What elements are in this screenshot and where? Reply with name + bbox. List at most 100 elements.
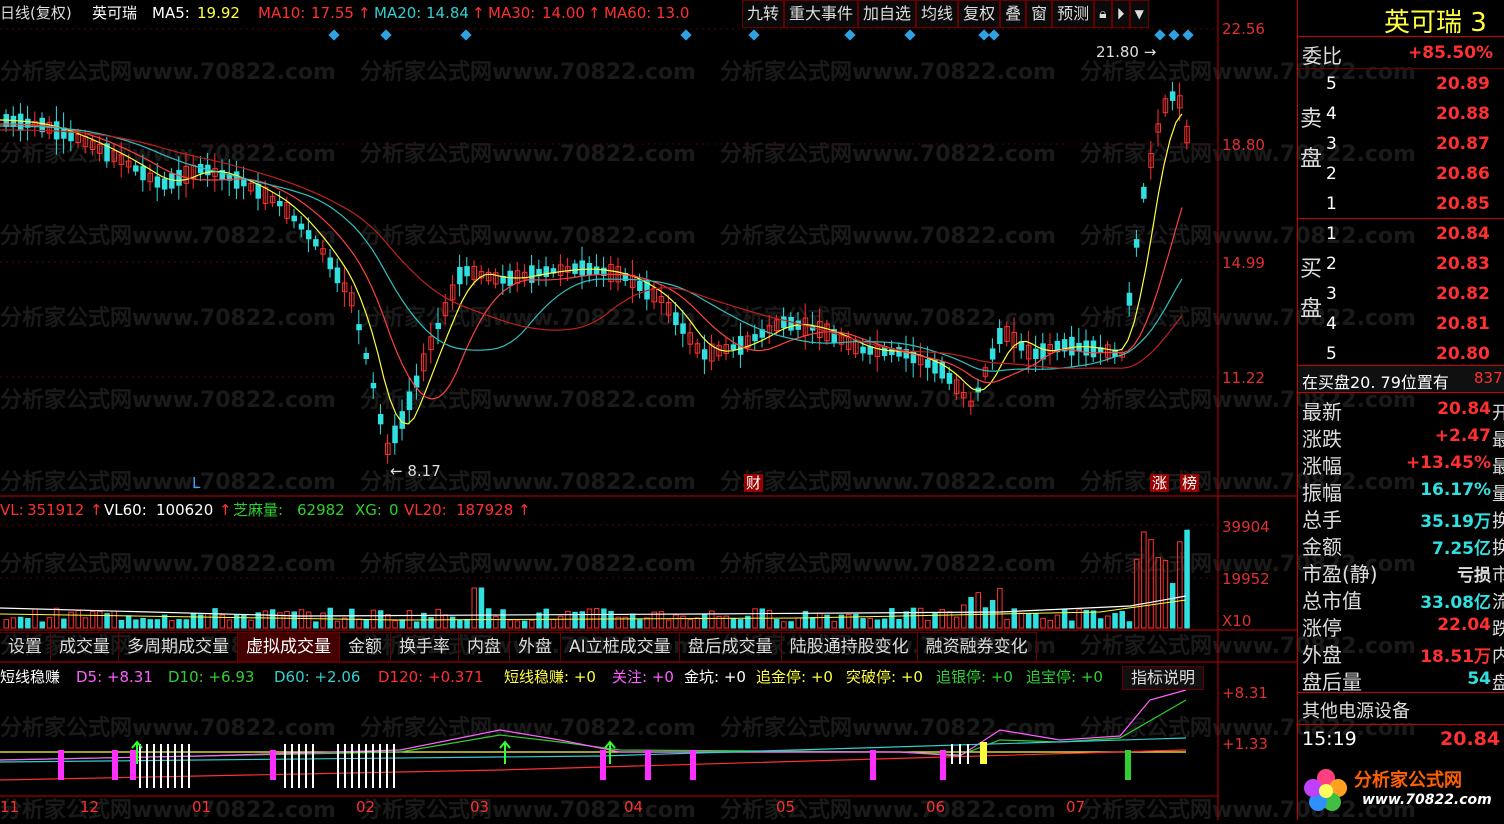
candle-body (176, 169, 182, 186)
buy-level-number: 3 (1326, 284, 1337, 304)
signal-watch: 关注: +0 (612, 668, 674, 686)
candle-body (277, 200, 283, 207)
signal-bar (112, 750, 118, 780)
lock-icon[interactable]: 🔒︎ (1094, 0, 1112, 28)
buy-level-price: 20.84 (1436, 224, 1490, 244)
volume-bar (133, 619, 139, 629)
signal-chase-silver: 追银停: +0 (936, 668, 1013, 686)
volume-bar (464, 618, 470, 629)
xg-value: 0 (389, 501, 399, 519)
candle-body (1040, 343, 1046, 360)
volume-bar (334, 620, 341, 629)
forecast-button[interactable]: 预测 (1052, 0, 1095, 28)
industry-label[interactable]: 其他电源设备 (1302, 697, 1410, 723)
adjust-button[interactable]: 复权 (958, 0, 1001, 28)
volume-bar (385, 614, 391, 629)
volume-bar (471, 587, 477, 629)
candle-body (370, 382, 377, 389)
sell-level-row[interactable]: 4 20.88 (1298, 100, 1504, 128)
high-price-marker: 21.80 → (1096, 43, 1157, 61)
signal-bar (645, 750, 651, 780)
quote-stat-label: 涨跌 (1302, 427, 1342, 451)
dragon-list-marker[interactable]: 榜 (1180, 474, 1200, 492)
sell-level-price: 20.85 (1436, 194, 1490, 214)
quote-stat-label: 市盈(静) (1302, 562, 1378, 586)
add-watchlist-button[interactable]: 加自选 (858, 0, 917, 28)
limit-up-marker[interactable]: 涨 (1150, 474, 1170, 492)
chevron-down-icon[interactable]: ▼ (1129, 0, 1149, 28)
quote-stat-value: +2.47 (1434, 426, 1491, 446)
volume-bar (1083, 609, 1089, 629)
event-diamond-icon (1154, 29, 1166, 41)
candle-body (1133, 239, 1140, 248)
date-axis-label: 01 (192, 798, 212, 816)
candle-body (925, 359, 931, 368)
volume-bar (363, 619, 369, 629)
signal-chase-treasure: 追宝停: +0 (1026, 668, 1103, 686)
sell-level-row[interactable]: 5 20.89 (1298, 70, 1504, 98)
d5-line (0, 689, 1187, 761)
quote-stat-row: 总手 35.19万换 (1298, 503, 1504, 532)
indicator-help-button[interactable]: 指标说明 (1122, 666, 1205, 690)
sell-level-row[interactable]: 3 20.87 (1298, 130, 1504, 158)
tab-ai-volume[interactable]: AI立桩成交量 (561, 632, 680, 661)
candle-body (154, 176, 161, 188)
chart-toolbar: 九转 重大事件 加自选 均线 复权 叠 窗 预测 🔒︎ ⏵ ▼ (742, 0, 1149, 28)
quote-stat-value: 54 (1467, 669, 1491, 689)
volume-bar (82, 617, 89, 629)
major-events-button[interactable]: 重大事件 (784, 0, 859, 28)
event-diamond-icon (748, 29, 760, 41)
volume-bar (557, 615, 564, 629)
date-axis-label: 07 (1066, 798, 1086, 816)
volume-bar (1155, 556, 1161, 629)
expand-right-icon[interactable]: ⏵ (1111, 0, 1130, 28)
volume-bar (817, 612, 823, 629)
tab-virtual-volume[interactable]: 虚拟成交量 (238, 632, 340, 661)
candle-body (327, 257, 333, 270)
buy-level-row[interactable]: 1 20.84 (1298, 220, 1504, 248)
up-arrow-icon (499, 740, 511, 764)
tab-multi-period-volume[interactable]: 多周期成交量 (119, 632, 238, 661)
jiuzhuan-button[interactable]: 九转 (742, 0, 785, 28)
sell-level-number: 5 (1326, 74, 1337, 94)
volume-bar (737, 619, 744, 629)
volume-bar (889, 608, 895, 629)
quote-stat-label: 总市值 (1302, 589, 1362, 613)
window-button[interactable]: 窗 (1026, 0, 1053, 28)
indicator-axis-label: +1.33 (1222, 735, 1268, 753)
tab-volume[interactable]: 成交量 (51, 632, 119, 661)
event-diamond-icon (1168, 29, 1180, 41)
d10-line (0, 699, 1187, 761)
finance-marker[interactable]: 财 (744, 474, 764, 492)
date-axis-label: 05 (776, 798, 796, 816)
ma-button[interactable]: 均线 (916, 0, 959, 28)
buy-level-row[interactable]: 2 20.83 (1298, 250, 1504, 278)
vl20-arrow: ↑ (518, 501, 531, 519)
tab-northbound-holdings[interactable]: 陆股通持股变化 (781, 632, 918, 661)
flower-logo-icon (1304, 769, 1347, 811)
tab-outer[interactable]: 外盘 (510, 632, 561, 661)
candle-body (543, 266, 549, 277)
volume-bar (773, 619, 780, 629)
volume-bar (1148, 539, 1154, 629)
volume-bar (413, 621, 420, 629)
sell-level-row[interactable]: 2 20.86 (1298, 160, 1504, 188)
volume-bar (781, 621, 787, 629)
tab-inner[interactable]: 内盘 (459, 632, 510, 661)
overlay-button[interactable]: 叠 (1000, 0, 1027, 28)
tab-settings[interactable]: 设置 (0, 632, 51, 661)
tab-margin-trading[interactable]: 融资融券变化 (917, 632, 1037, 661)
price-axis-label: 22.56 (1222, 20, 1265, 38)
volume-bar (1018, 612, 1025, 629)
buy-level-row[interactable]: 4 20.81 (1298, 310, 1504, 338)
xg-label: XG: (355, 501, 382, 519)
candle-body (255, 183, 261, 199)
tab-amount[interactable]: 金额 (340, 632, 391, 661)
volume-bar (176, 619, 182, 629)
quote-stat-value: 33.08亿 (1420, 593, 1491, 613)
buy-level-row[interactable]: 5 20.80 (1298, 340, 1504, 368)
sell-level-row[interactable]: 1 20.85 (1298, 190, 1504, 218)
tab-turnover[interactable]: 换手率 (391, 632, 459, 661)
buy-level-row[interactable]: 3 20.82 (1298, 280, 1504, 308)
tab-after-hours-volume[interactable]: 盘后成交量 (679, 632, 782, 661)
